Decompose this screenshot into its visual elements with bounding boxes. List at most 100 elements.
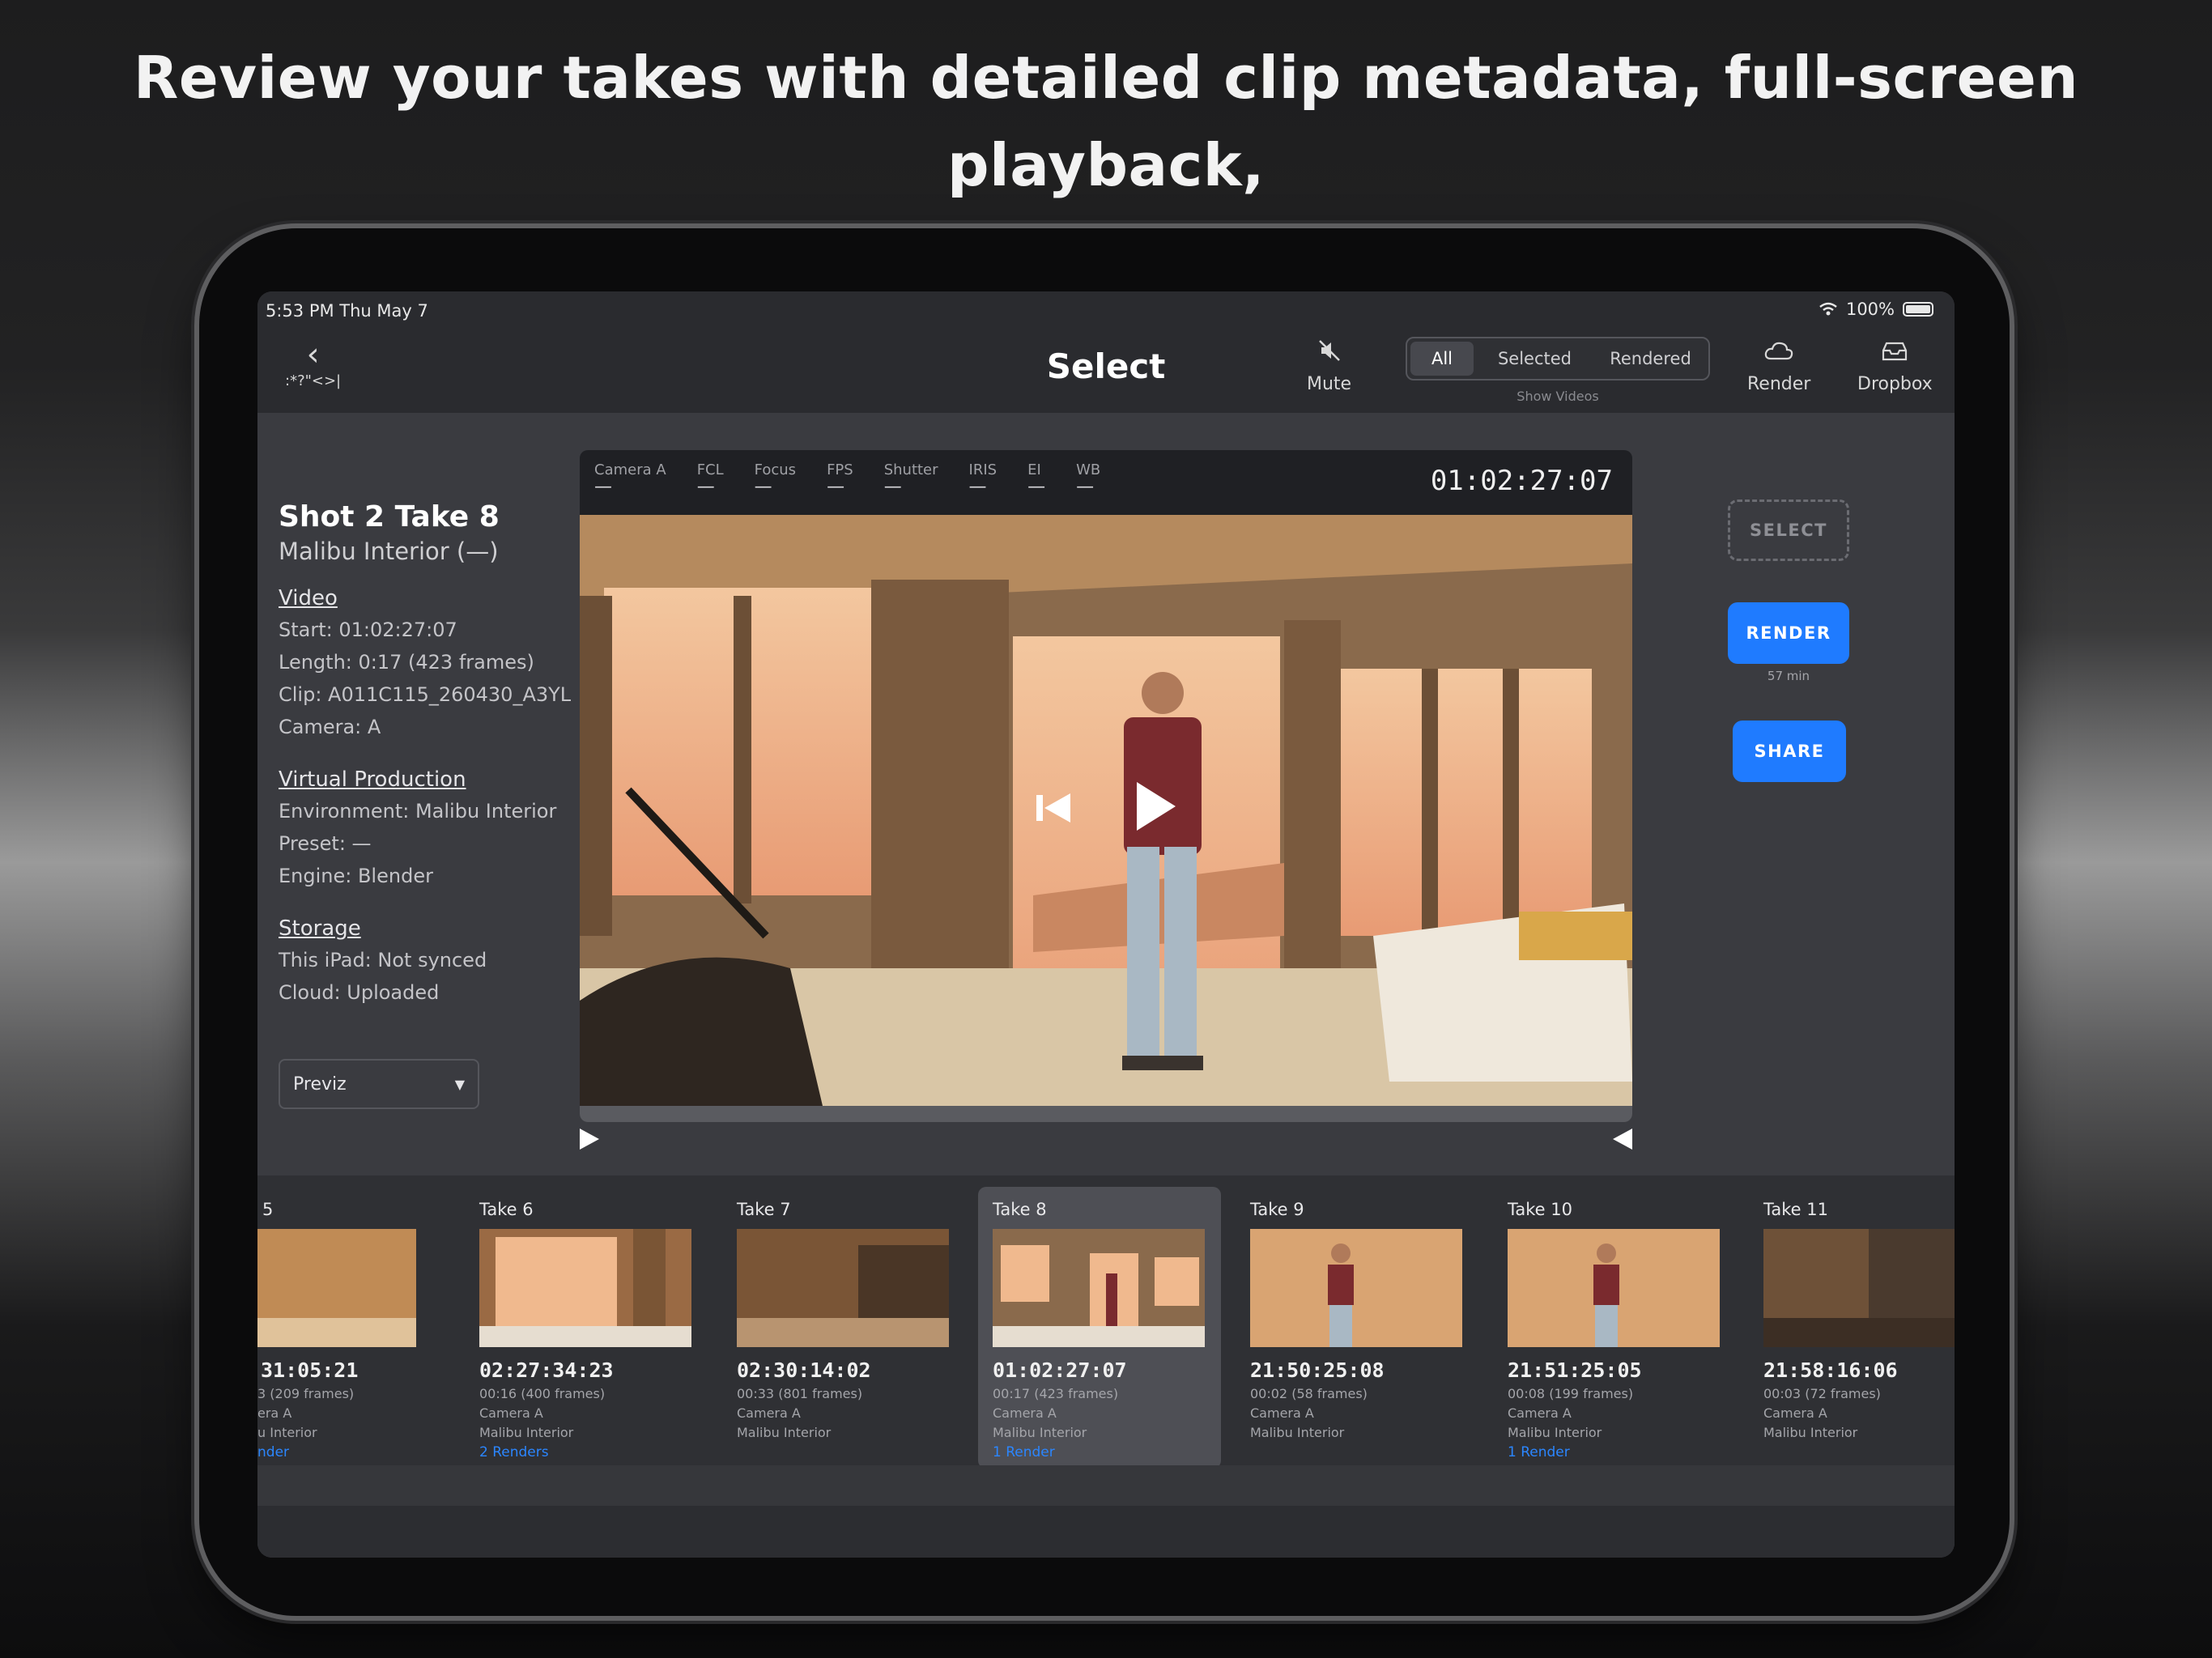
- take-name: Take 10: [1508, 1200, 1572, 1219]
- bottom-area: [257, 1465, 1955, 1558]
- take-thumbnail: [1508, 1229, 1720, 1347]
- render-cloud-label: Render: [1747, 374, 1811, 394]
- take-renders-link[interactable]: nder: [257, 1444, 289, 1460]
- battery-icon: [1903, 302, 1933, 317]
- take-length: 00:02 (58 frames): [1250, 1386, 1368, 1401]
- take-timecode: 02:27:34:23: [479, 1358, 614, 1382]
- video-filter-segmented-control[interactable]: All Selected Rendered: [1406, 337, 1710, 380]
- storage-ipad: This iPad: Not synced: [279, 949, 487, 971]
- app-screen: 5:53 PM Thu May 7 100% ‹ :*?"<>| Select …: [257, 291, 1955, 1558]
- take-card-selected[interactable]: Take 8 01:02:27:07 00:17 (423 frames) Ca…: [978, 1187, 1221, 1469]
- video-player: Camera A — FCL — Focus — FPS — Shutter — IRIS…: [580, 450, 1632, 1122]
- take-card[interactable]: Take 7 02:30:14:02 00:33 (801 frames) Ca…: [722, 1187, 965, 1469]
- scrubber-track[interactable]: [580, 1106, 1632, 1122]
- take-camera: Camera A: [1763, 1405, 1827, 1421]
- take-camera: Camera A: [737, 1405, 801, 1421]
- take-name: Take 11: [1763, 1200, 1828, 1219]
- wifi-icon: [1819, 302, 1837, 316]
- storage-section-heading: Storage: [279, 916, 361, 941]
- take-card[interactable]: Take 9 21:50:25:08 00:02 (58 frames) Cam…: [1236, 1187, 1478, 1469]
- bottom-bar: [257, 1506, 1955, 1558]
- dropbox-label: Dropbox: [1857, 374, 1933, 394]
- meta-camera: Camera A —: [594, 461, 666, 497]
- take-environment: u Interior: [257, 1425, 317, 1440]
- trim-end-handle[interactable]: [1611, 1129, 1636, 1153]
- video-clip: Clip: A011C115_260430_A3YL: [279, 683, 572, 706]
- meta-focus: Focus —: [754, 461, 797, 497]
- meta-iris: IRIS —: [968, 461, 998, 497]
- take-name: Take 9: [1250, 1200, 1304, 1219]
- take-length: 00:08 (199 frames): [1508, 1386, 1634, 1401]
- segment-rendered[interactable]: Rendered: [1593, 338, 1708, 379]
- meta-fcl: FCL —: [696, 461, 724, 497]
- take-thumbnail: [737, 1229, 949, 1347]
- takes-strip[interactable]: 5 31:05:21 3 (209 frames) era A u Interi…: [257, 1175, 1955, 1469]
- segment-all[interactable]: All: [1410, 342, 1474, 376]
- take-length: 3 (209 frames): [257, 1386, 355, 1401]
- take-renders-link[interactable]: 1 Render: [993, 1444, 1055, 1460]
- skip-back-icon[interactable]: [1035, 790, 1072, 826]
- render-eta: 57 min: [1767, 669, 1810, 683]
- video-section-heading: Video: [279, 586, 338, 610]
- meta-wb: WB —: [1076, 461, 1101, 497]
- video-length: Length: 0:17 (423 frames): [279, 651, 534, 674]
- take-card[interactable]: Take 10 21:51:25:05 00:08 (199 frames) C…: [1493, 1187, 1736, 1469]
- status-bar: 5:53 PM Thu May 7 100%: [257, 291, 1955, 329]
- take-renders-link[interactable]: 1 Render: [1508, 1444, 1570, 1460]
- take-camera: era A: [257, 1405, 292, 1421]
- player-timecode: 01:02:27:07: [1430, 465, 1613, 497]
- take-environment: Malibu Interior: [737, 1425, 832, 1440]
- shot-title: Shot 2 Take 8: [279, 500, 500, 534]
- take-thumbnail: [1763, 1229, 1955, 1347]
- vp-section-heading: Virtual Production: [279, 767, 466, 792]
- take-environment: Malibu Interior: [993, 1425, 1087, 1440]
- dropbox-button[interactable]: Dropbox: [1857, 335, 1933, 394]
- take-thumbnail: [1250, 1229, 1462, 1347]
- take-environment: Malibu Interior: [1250, 1425, 1345, 1440]
- status-time: 5:53 PM Thu May 7: [266, 301, 428, 321]
- take-name: 5: [262, 1200, 274, 1219]
- headline-line-1: Review your takes with detailed clip met…: [133, 44, 2079, 199]
- take-timecode: 21:58:16:06: [1763, 1358, 1898, 1382]
- meta-fps: FPS —: [827, 461, 853, 497]
- take-thumbnail: [257, 1229, 416, 1347]
- camera-metadata-row: Camera A — FCL — Focus — FPS — Shutter — IRIS…: [594, 461, 1100, 496]
- caret-down-icon: ▼: [454, 1076, 465, 1092]
- take-renders-link[interactable]: 2 Renders: [479, 1444, 549, 1460]
- segment-selected[interactable]: Selected: [1477, 338, 1593, 379]
- take-length: 00:17 (423 frames): [993, 1386, 1119, 1401]
- vp-environment: Environment: Malibu Interior: [279, 800, 557, 823]
- render-mode-dropdown[interactable]: Previz ▼: [279, 1059, 479, 1109]
- video-frame[interactable]: [580, 515, 1632, 1106]
- share-button[interactable]: SHARE: [1733, 721, 1846, 782]
- trim-start-handle[interactable]: [580, 1129, 604, 1153]
- meta-shutter: Shutter —: [883, 461, 938, 497]
- vp-engine: Engine: Blender: [279, 865, 433, 887]
- segment-caption: Show Videos: [1516, 389, 1599, 404]
- take-card[interactable]: Take 11 21:58:16:06 00:03 (72 frames) Ca…: [1749, 1187, 1955, 1469]
- play-icon[interactable]: [1137, 782, 1176, 831]
- select-button[interactable]: SELECT: [1728, 500, 1849, 561]
- take-environment: Malibu Interior: [1508, 1425, 1602, 1440]
- video-start: Start: 01:02:27:07: [279, 619, 457, 641]
- tray-icon: [1857, 335, 1933, 374]
- storage-cloud: Cloud: Uploaded: [279, 981, 440, 1004]
- take-card[interactable]: 5 31:05:21 3 (209 frames) era A u Interi…: [257, 1187, 432, 1469]
- navigation-bar: ‹ :*?"<>| Select Mute All Selected Rende…: [257, 329, 1955, 413]
- take-length: 00:03 (72 frames): [1763, 1386, 1881, 1401]
- render-cloud-button[interactable]: Render: [1747, 335, 1810, 394]
- take-thumbnail: [479, 1229, 691, 1347]
- take-length: 00:16 (400 frames): [479, 1386, 606, 1401]
- battery-percent: 100%: [1845, 300, 1895, 319]
- speaker-muted-icon: [1307, 335, 1351, 374]
- mute-button[interactable]: Mute: [1307, 335, 1351, 394]
- mute-label: Mute: [1307, 374, 1352, 394]
- take-card[interactable]: Take 6 02:27:34:23 00:16 (400 frames) Ca…: [465, 1187, 708, 1469]
- take-camera: Camera A: [1250, 1405, 1314, 1421]
- render-button[interactable]: RENDER: [1728, 602, 1849, 664]
- take-environment: Malibu Interior: [479, 1425, 574, 1440]
- take-timecode: 02:30:14:02: [737, 1358, 871, 1382]
- take-name: Take 8: [993, 1200, 1047, 1219]
- meta-ei: EI —: [1027, 461, 1046, 497]
- take-camera: Camera A: [479, 1405, 543, 1421]
